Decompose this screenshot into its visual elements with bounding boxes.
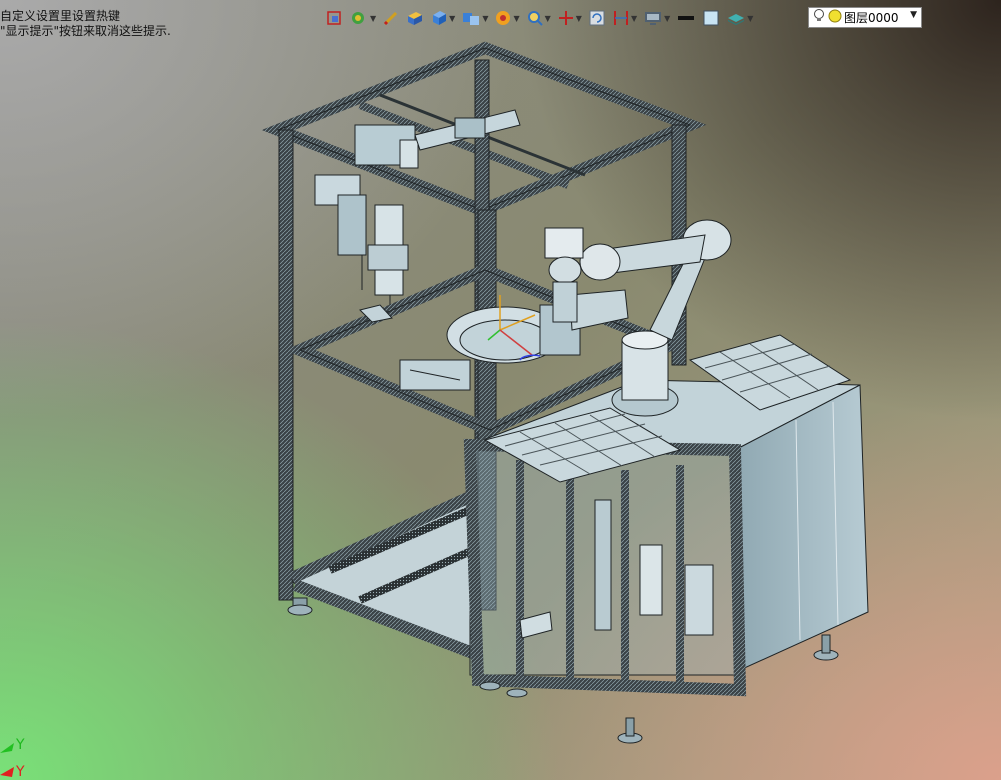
section-icon [612, 9, 630, 27]
cube-icon [430, 9, 448, 27]
solid-box-tool[interactable] [406, 7, 424, 29]
chevron-down-icon: ▼ [370, 13, 377, 23]
line-color-tool[interactable] [676, 7, 696, 29]
chevron-down-icon: ▼ [482, 13, 489, 23]
layer-stack-icon [726, 9, 746, 27]
refresh-tool[interactable] [588, 7, 606, 29]
3d-viewport[interactable]: 自定义设置里设置热键 "显示提示"按钮来取消这些提示. ▼ ▼ ▼ ▼ ▼ ▼ [0, 0, 1001, 780]
rotate-view-icon [349, 9, 369, 27]
hint-line-1: 自定义设置里设置热键 [0, 9, 121, 23]
chevron-down-icon: ▼ [544, 13, 551, 23]
render-mode-tool[interactable]: ▼ [461, 7, 488, 29]
chevron-down-icon: ▼ [575, 13, 582, 23]
chevron-down-icon: ▼ [747, 13, 754, 23]
layer-stack-tool[interactable]: ▼ [726, 7, 753, 29]
chevron-down-icon[interactable]: ▼ [910, 10, 917, 20]
axis-tool[interactable]: ▼ [557, 7, 582, 29]
cube-tool[interactable]: ▼ [430, 7, 455, 29]
sketch-tool[interactable] [382, 7, 400, 29]
rotate-view-tool[interactable]: ▼ [349, 7, 376, 29]
hint-text: 自定义设置里设置热键 "显示提示"按钮来取消这些提示. [0, 9, 171, 39]
display-tool[interactable]: ▼ [643, 7, 670, 29]
solid-box-icon [406, 9, 424, 27]
color-wheel-icon [494, 9, 512, 27]
fill-color-icon [702, 9, 720, 27]
chevron-down-icon: ▼ [664, 13, 671, 23]
section-tool[interactable]: ▼ [612, 7, 637, 29]
lightbulb-icon[interactable] [813, 8, 825, 27]
chevron-down-icon: ▼ [449, 13, 456, 23]
line-color-icon [676, 9, 696, 27]
chevron-down-icon: ▼ [630, 13, 638, 23]
layer-dropdown[interactable]: 图层0000 ▼ [808, 7, 922, 28]
render-mode-icon [461, 9, 481, 27]
shape-tool[interactable] [325, 7, 343, 29]
ucs-x-label: Y [16, 764, 25, 780]
zoom-tool[interactable]: ▼ [526, 7, 551, 29]
zoom-icon [526, 9, 544, 27]
view-toolbar: ▼ ▼ ▼ ▼ ▼ ▼ ▼ ▼ ▼ [325, 6, 759, 30]
shape-icon [325, 9, 343, 27]
axis-icon [557, 9, 575, 27]
ucs-y-label: Y [16, 737, 25, 753]
fill-color-tool[interactable] [702, 7, 720, 29]
chevron-down-icon: ▼ [513, 13, 520, 23]
color-wheel-tool[interactable]: ▼ [494, 7, 520, 29]
layer-name: 图层0000 [844, 11, 899, 25]
sketch-pencil-icon [382, 9, 400, 27]
refresh-icon [588, 9, 606, 27]
layer-status-icon[interactable] [828, 9, 842, 26]
hint-line-2: "显示提示"按钮来取消这些提示. [0, 24, 171, 38]
display-monitor-icon [643, 9, 663, 27]
machine-3d-model[interactable] [0, 0, 1001, 780]
